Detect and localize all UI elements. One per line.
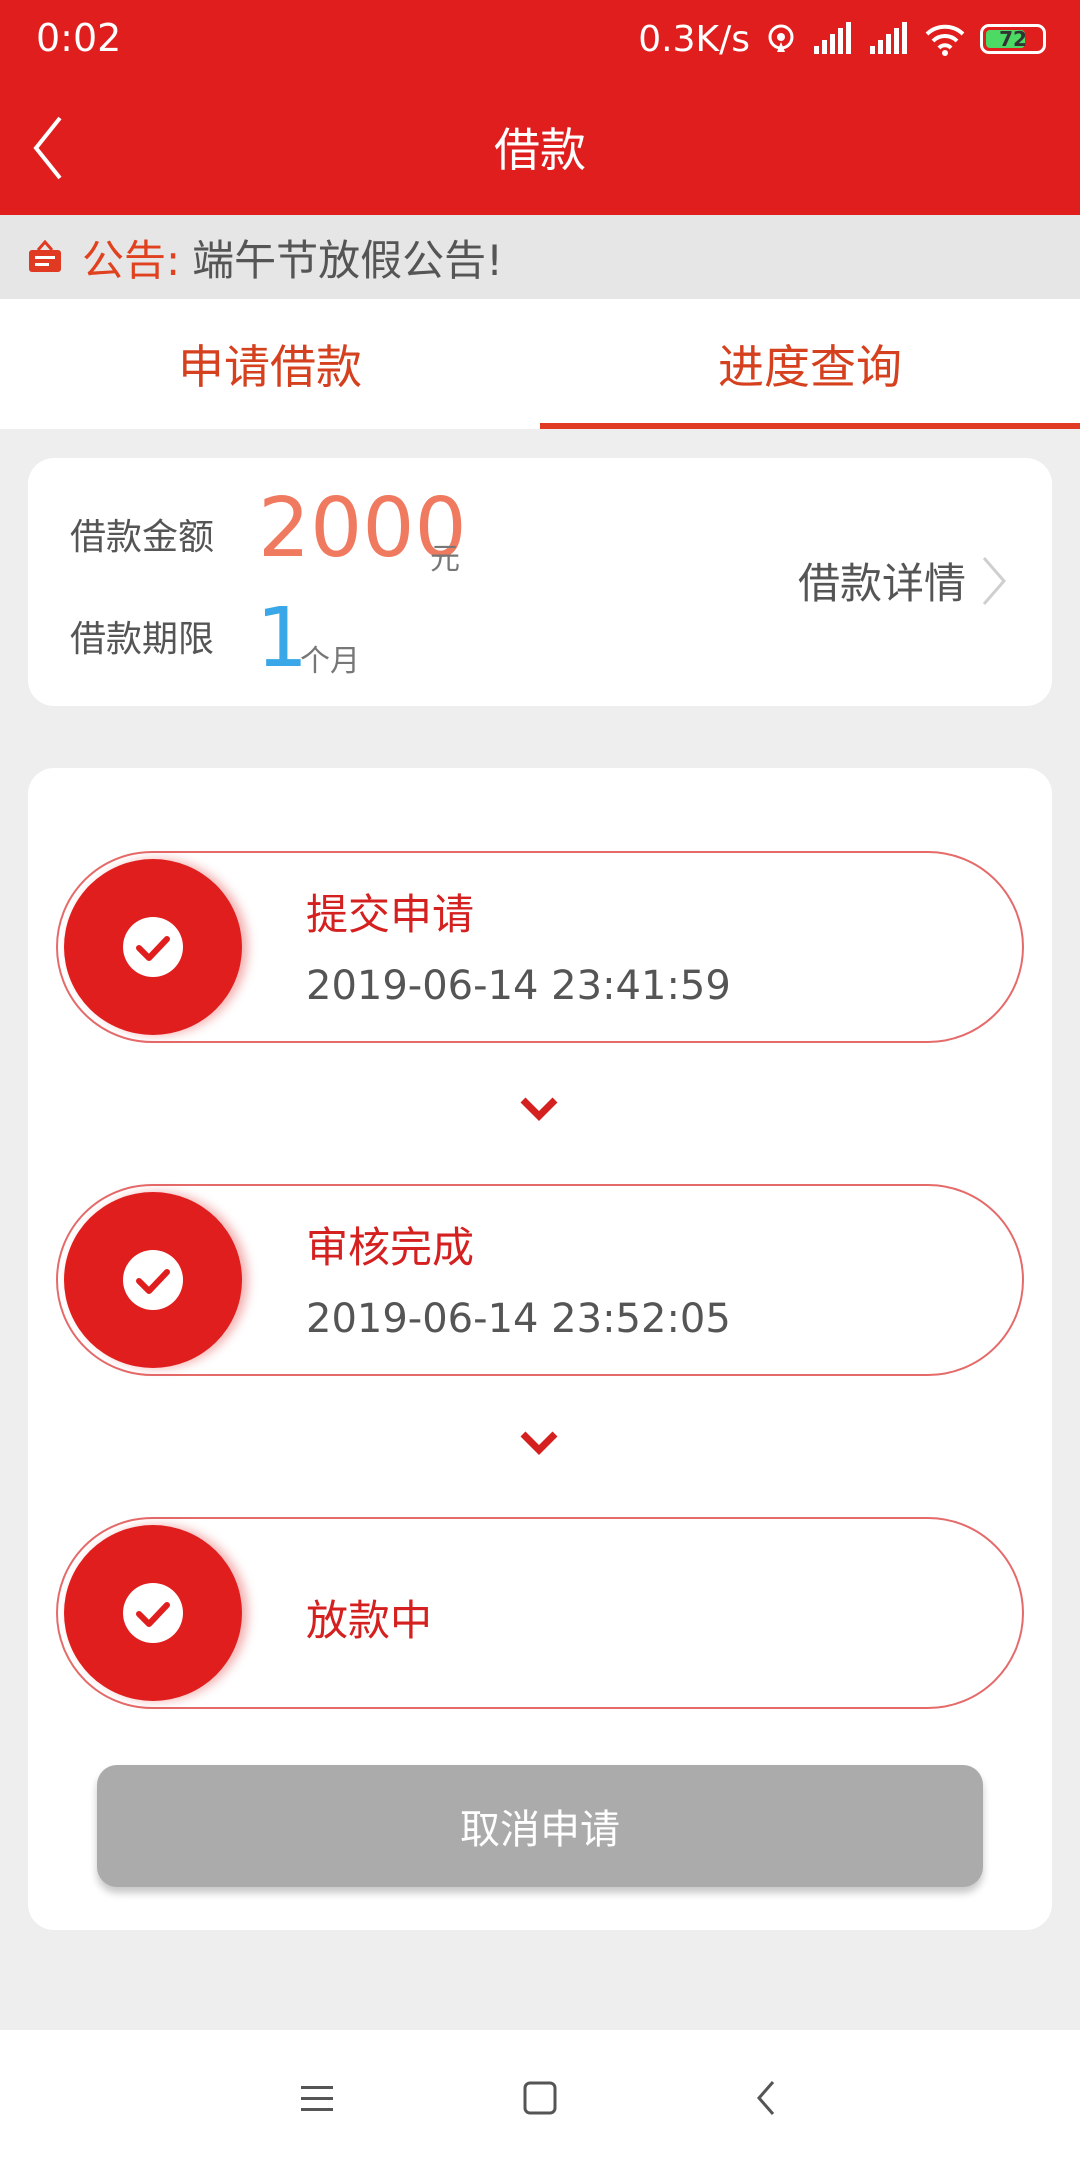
step-title: 提交申请 bbox=[306, 890, 475, 939]
step-time: 2019-06-14 23:52:05 bbox=[306, 1296, 731, 1342]
app-bar: 借款 bbox=[0, 78, 1080, 215]
notice-bar[interactable]: 公告: 端午节放假公告! bbox=[0, 215, 1080, 299]
check-icon bbox=[123, 1250, 183, 1310]
progress-card: 提交申请 2019-06-14 23:41:59 审核完成 2019-06-14… bbox=[28, 768, 1052, 1930]
system-nav-bar bbox=[0, 2030, 1080, 2160]
wifi-icon bbox=[925, 24, 965, 56]
step-title: 放款中 bbox=[306, 1596, 433, 1645]
status-bar: 0:02 0.3K/s 72 bbox=[0, 0, 1080, 78]
tab-bar: 申请借款 进度查询 bbox=[0, 299, 1080, 429]
status-time: 0:02 bbox=[36, 16, 122, 60]
step-status-circle bbox=[64, 859, 242, 1035]
tab-apply-loan[interactable]: 申请借款 bbox=[0, 299, 540, 429]
step-status-circle bbox=[64, 1525, 242, 1701]
tab-progress-query[interactable]: 进度查询 bbox=[540, 299, 1080, 429]
hotspot-icon bbox=[768, 24, 794, 52]
notice-board-icon bbox=[29, 239, 61, 272]
back-icon[interactable] bbox=[737, 2068, 797, 2128]
step-status-circle bbox=[64, 1192, 242, 1368]
screen: 0:02 0.3K/s 72 借款 公告: 端午节放假公告! 申请借款 进度查询… bbox=[0, 0, 1080, 2160]
step-review-complete: 审核完成 2019-06-14 23:52:05 bbox=[56, 1184, 1024, 1376]
step-title: 审核完成 bbox=[306, 1223, 475, 1272]
loan-detail-label: 借款详情 bbox=[797, 559, 966, 608]
chevron-down-icon bbox=[520, 1097, 558, 1121]
home-icon[interactable] bbox=[510, 2068, 570, 2128]
amount-label: 借款金额 bbox=[70, 517, 215, 558]
loan-summary-card: 借款金额 2000 元 借款期限 1 个月 借款详情 bbox=[28, 458, 1052, 706]
step-disbursing: 放款中 bbox=[56, 1517, 1024, 1709]
menu-icon[interactable] bbox=[287, 2068, 347, 2128]
network-speed: 0.3K/s bbox=[638, 18, 750, 60]
check-icon bbox=[123, 917, 183, 977]
status-icons: 0.3K/s 72 bbox=[638, 14, 1046, 64]
notice-text[interactable]: 端午节放假公告! bbox=[192, 227, 503, 288]
chevron-down-icon bbox=[520, 1431, 558, 1455]
signal-icon bbox=[814, 22, 851, 54]
step-time: 2019-06-14 23:41:59 bbox=[306, 963, 731, 1009]
term-label: 借款期限 bbox=[70, 619, 215, 660]
check-icon bbox=[123, 1583, 183, 1643]
signal-icon bbox=[870, 22, 907, 54]
loan-detail-link[interactable]: 借款详情 bbox=[798, 550, 1008, 611]
cancel-application-button[interactable]: 取消申请 bbox=[97, 1765, 983, 1887]
battery-percent: 72 bbox=[999, 27, 1027, 51]
term-unit: 个月 bbox=[300, 644, 360, 679]
battery-icon: 72 bbox=[980, 24, 1046, 54]
step-submit-application: 提交申请 2019-06-14 23:41:59 bbox=[56, 851, 1024, 1043]
page-title: 借款 bbox=[494, 123, 586, 177]
amount-unit: 元 bbox=[430, 542, 460, 577]
notice-label: 公告: bbox=[82, 235, 181, 285]
chevron-right-icon bbox=[982, 556, 1006, 605]
